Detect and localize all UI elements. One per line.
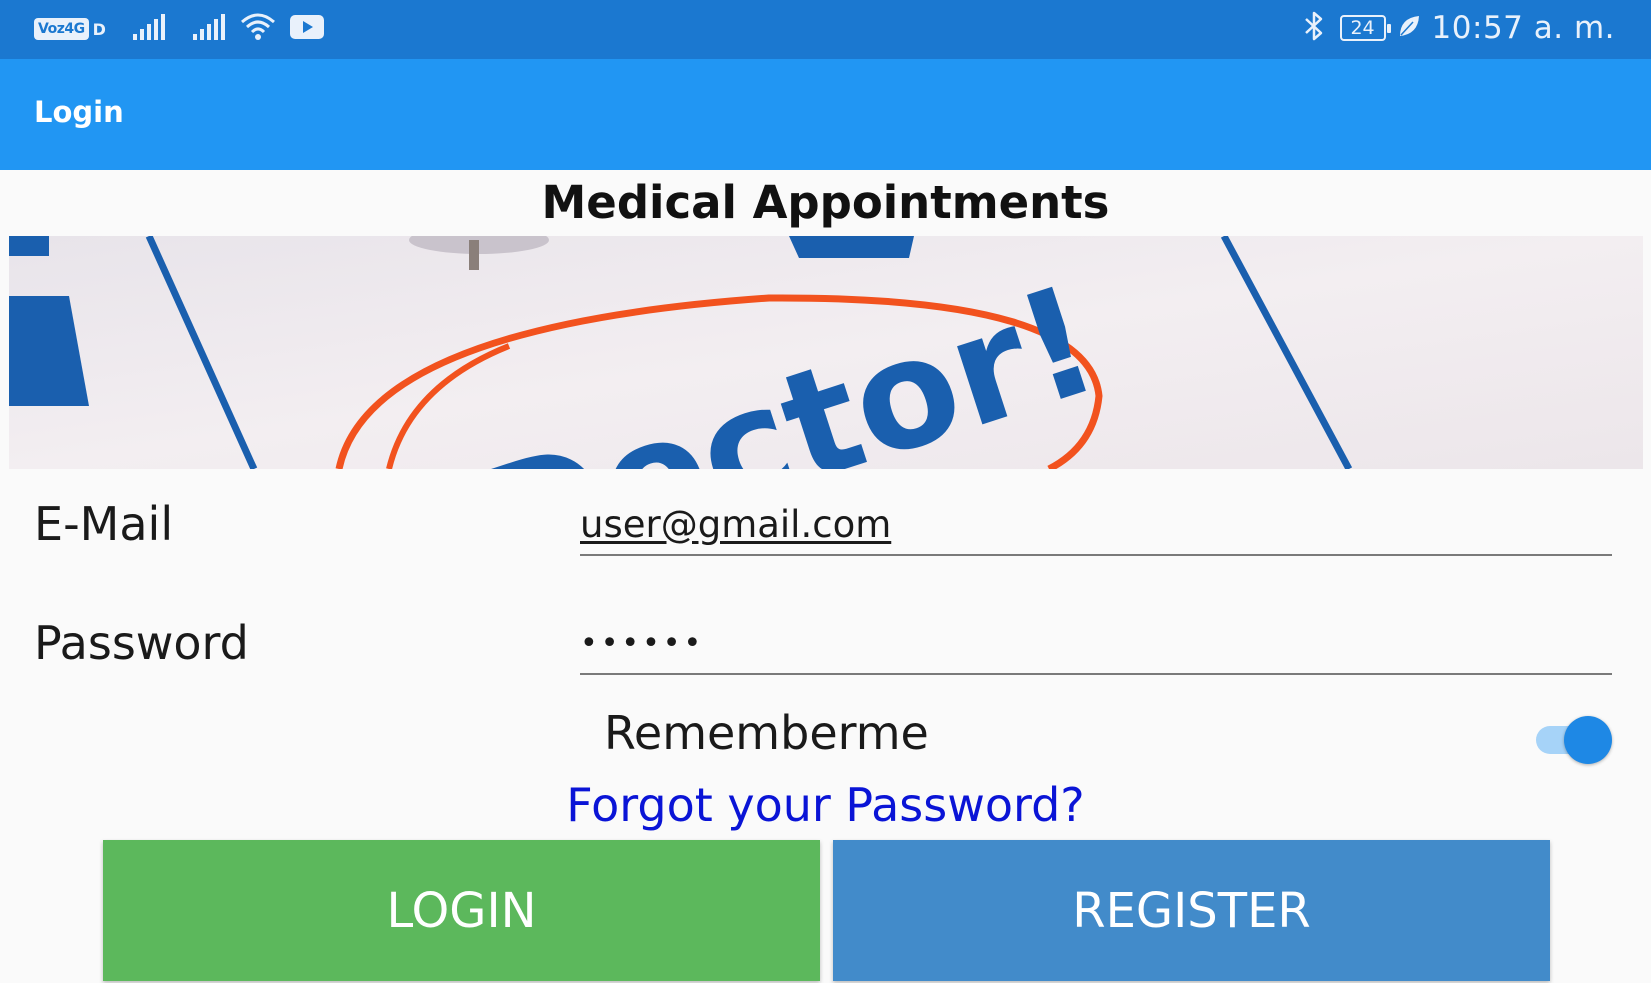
toggle-thumb: [1564, 716, 1612, 764]
signal-icon: [132, 12, 166, 47]
email-field[interactable]: [580, 494, 1612, 556]
banner-image: Doctor!: [9, 236, 1643, 469]
app-bar-title: Login: [34, 95, 124, 129]
bluetooth-icon: [1302, 10, 1326, 47]
login-screen: Voz4G D 24 10:57 a. m. Login Medical App…: [0, 0, 1651, 983]
signal-icon: [192, 12, 226, 47]
status-bar: Voz4G D 24 10:57 a. m.: [0, 0, 1651, 59]
password-field[interactable]: [580, 613, 1612, 675]
battery-level: 24: [1350, 17, 1375, 39]
carrier-suffix: D: [92, 19, 106, 39]
login-button[interactable]: LOGIN: [103, 840, 820, 981]
status-bar-right: 24 10:57 a. m.: [1302, 8, 1615, 48]
status-bar-left: Voz4G D: [34, 12, 338, 46]
leaf-icon: [1398, 14, 1420, 43]
status-time: 10:57 a. m.: [1431, 10, 1615, 46]
remember-me-label: Rememberme: [604, 706, 929, 760]
app-bar: Login: [0, 59, 1651, 170]
page-title: Medical Appointments: [541, 176, 1110, 229]
register-button[interactable]: REGISTER: [833, 840, 1550, 981]
remember-me-toggle[interactable]: [1536, 714, 1612, 764]
wifi-icon: [240, 12, 276, 47]
email-label: E-Mail: [34, 497, 174, 551]
password-label: Password: [34, 616, 249, 670]
battery-icon: 24: [1339, 15, 1391, 41]
forgot-password-link[interactable]: Forgot your Password?: [0, 778, 1651, 832]
carrier-badge: Voz4G: [34, 18, 89, 40]
youtube-icon: [289, 14, 324, 45]
